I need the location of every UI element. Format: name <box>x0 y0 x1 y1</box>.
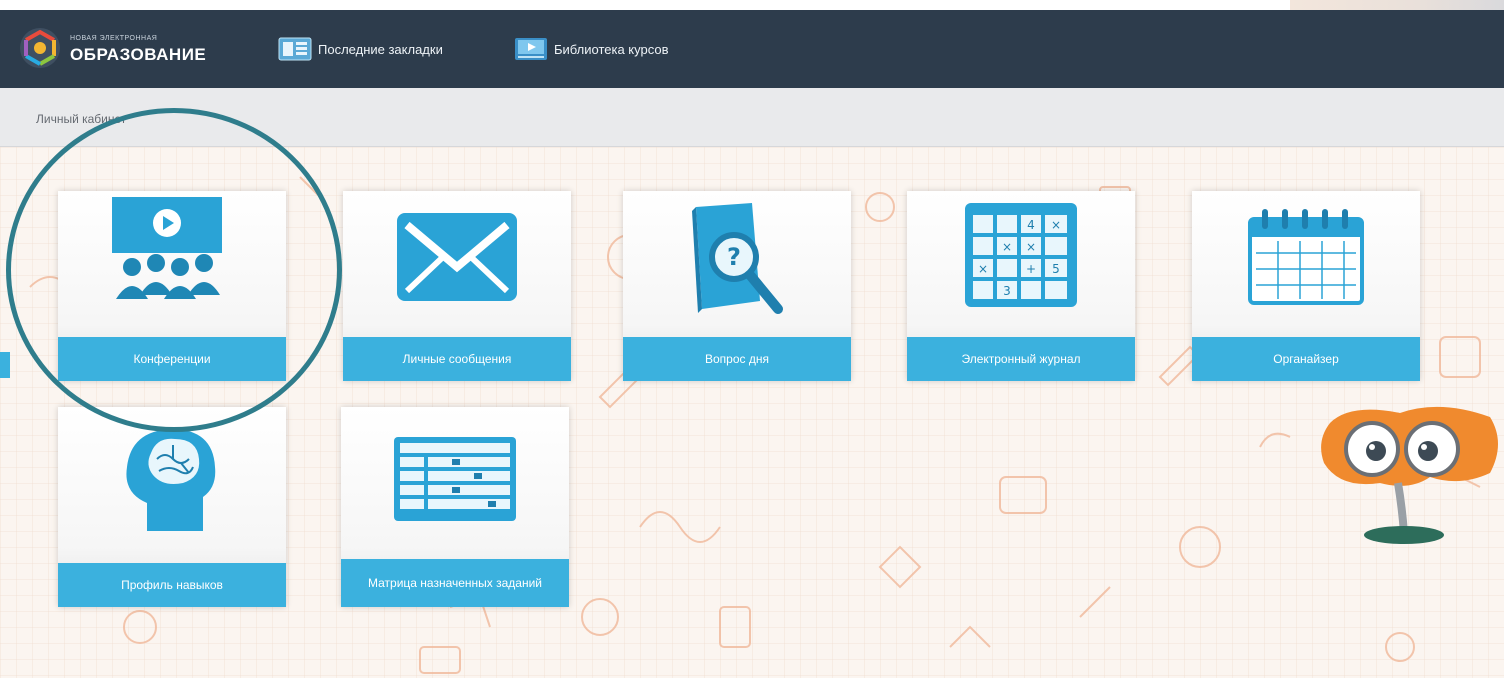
question-book-icon: ? <box>692 203 783 314</box>
logo-title: ОБРАЗОВАНИЕ <box>70 45 207 64</box>
tile-label: Вопрос дня <box>623 337 851 381</box>
svg-text:3: 3 <box>1003 284 1011 298</box>
nav-library-label: Библиотека курсов <box>554 41 669 57</box>
breadcrumb[interactable]: Личный кабинет <box>36 112 126 126</box>
tile-skills-profile[interactable]: Профиль навыков <box>58 407 286 607</box>
task-matrix-icon <box>394 437 516 521</box>
tile-label: Электронный журнал <box>907 337 1135 381</box>
side-panel-handle[interactable] <box>0 352 10 378</box>
svg-text:×: × <box>1002 240 1012 254</box>
svg-text:+: + <box>1026 262 1036 276</box>
brain-head-icon <box>126 429 216 531</box>
calendar-icon <box>1248 209 1364 305</box>
bookmarks-icon <box>278 37 312 61</box>
svg-text:4: 4 <box>1027 218 1035 232</box>
tile-label: Профиль навыков <box>58 563 286 607</box>
tile-personal-messages[interactable]: Личные сообщения <box>343 191 571 381</box>
grade-grid-icon: 4 × × × × +5 3 <box>965 203 1077 307</box>
dashboard-area: Конференции Личные сообщения ? Вопрос дн… <box>0 147 1504 678</box>
tile-label: Матрица назначенных заданий <box>341 559 569 607</box>
tile-icon-wrap <box>58 195 286 315</box>
logo-icon <box>20 28 60 68</box>
tile-icon-wrap <box>58 423 286 533</box>
nav-bookmarks[interactable]: Последние закладки <box>278 36 443 62</box>
tile-icon-wrap: ? <box>623 201 851 321</box>
robot-mascot <box>1321 406 1498 544</box>
breadcrumb-bar: Личный кабинет <box>0 88 1504 147</box>
svg-text:×: × <box>1051 218 1061 232</box>
tile-label: Органайзер <box>1192 337 1420 381</box>
tile-question-of-the-day[interactable]: ? Вопрос дня <box>623 191 851 381</box>
svg-text:5: 5 <box>1052 262 1060 276</box>
tile-label: Личные сообщения <box>343 337 571 381</box>
tile-electronic-journal[interactable]: 4 × × × × +5 3 Электронный журнал <box>907 191 1135 381</box>
nav-bookmarks-label: Последние закладки <box>318 41 443 57</box>
tile-organizer[interactable]: Органайзер <box>1192 191 1420 381</box>
video-library-icon <box>515 38 547 60</box>
svg-text:×: × <box>1026 240 1036 254</box>
tile-conferences[interactable]: Конференции <box>58 191 286 381</box>
tile-icon-wrap <box>343 211 571 303</box>
tile-task-matrix[interactable]: Матрица назначенных заданий <box>341 407 569 607</box>
svg-text:?: ? <box>727 243 741 271</box>
conference-icon <box>112 197 222 299</box>
nav-course-library[interactable]: Библиотека курсов <box>514 36 669 62</box>
tile-icon-wrap: 4 × × × × +5 3 <box>907 203 1135 307</box>
top-header: НОВАЯ ЭЛЕКТРОННАЯ ОБРАЗОВАНИЕ Последние … <box>0 10 1504 88</box>
tile-label: Конференции <box>58 337 286 381</box>
envelope-icon <box>397 213 517 301</box>
logo-subtitle: НОВАЯ ЭЛЕКТРОННАЯ <box>70 35 158 42</box>
tile-icon-wrap <box>341 435 569 523</box>
svg-text:×: × <box>978 262 988 276</box>
tile-icon-wrap <box>1192 207 1420 305</box>
